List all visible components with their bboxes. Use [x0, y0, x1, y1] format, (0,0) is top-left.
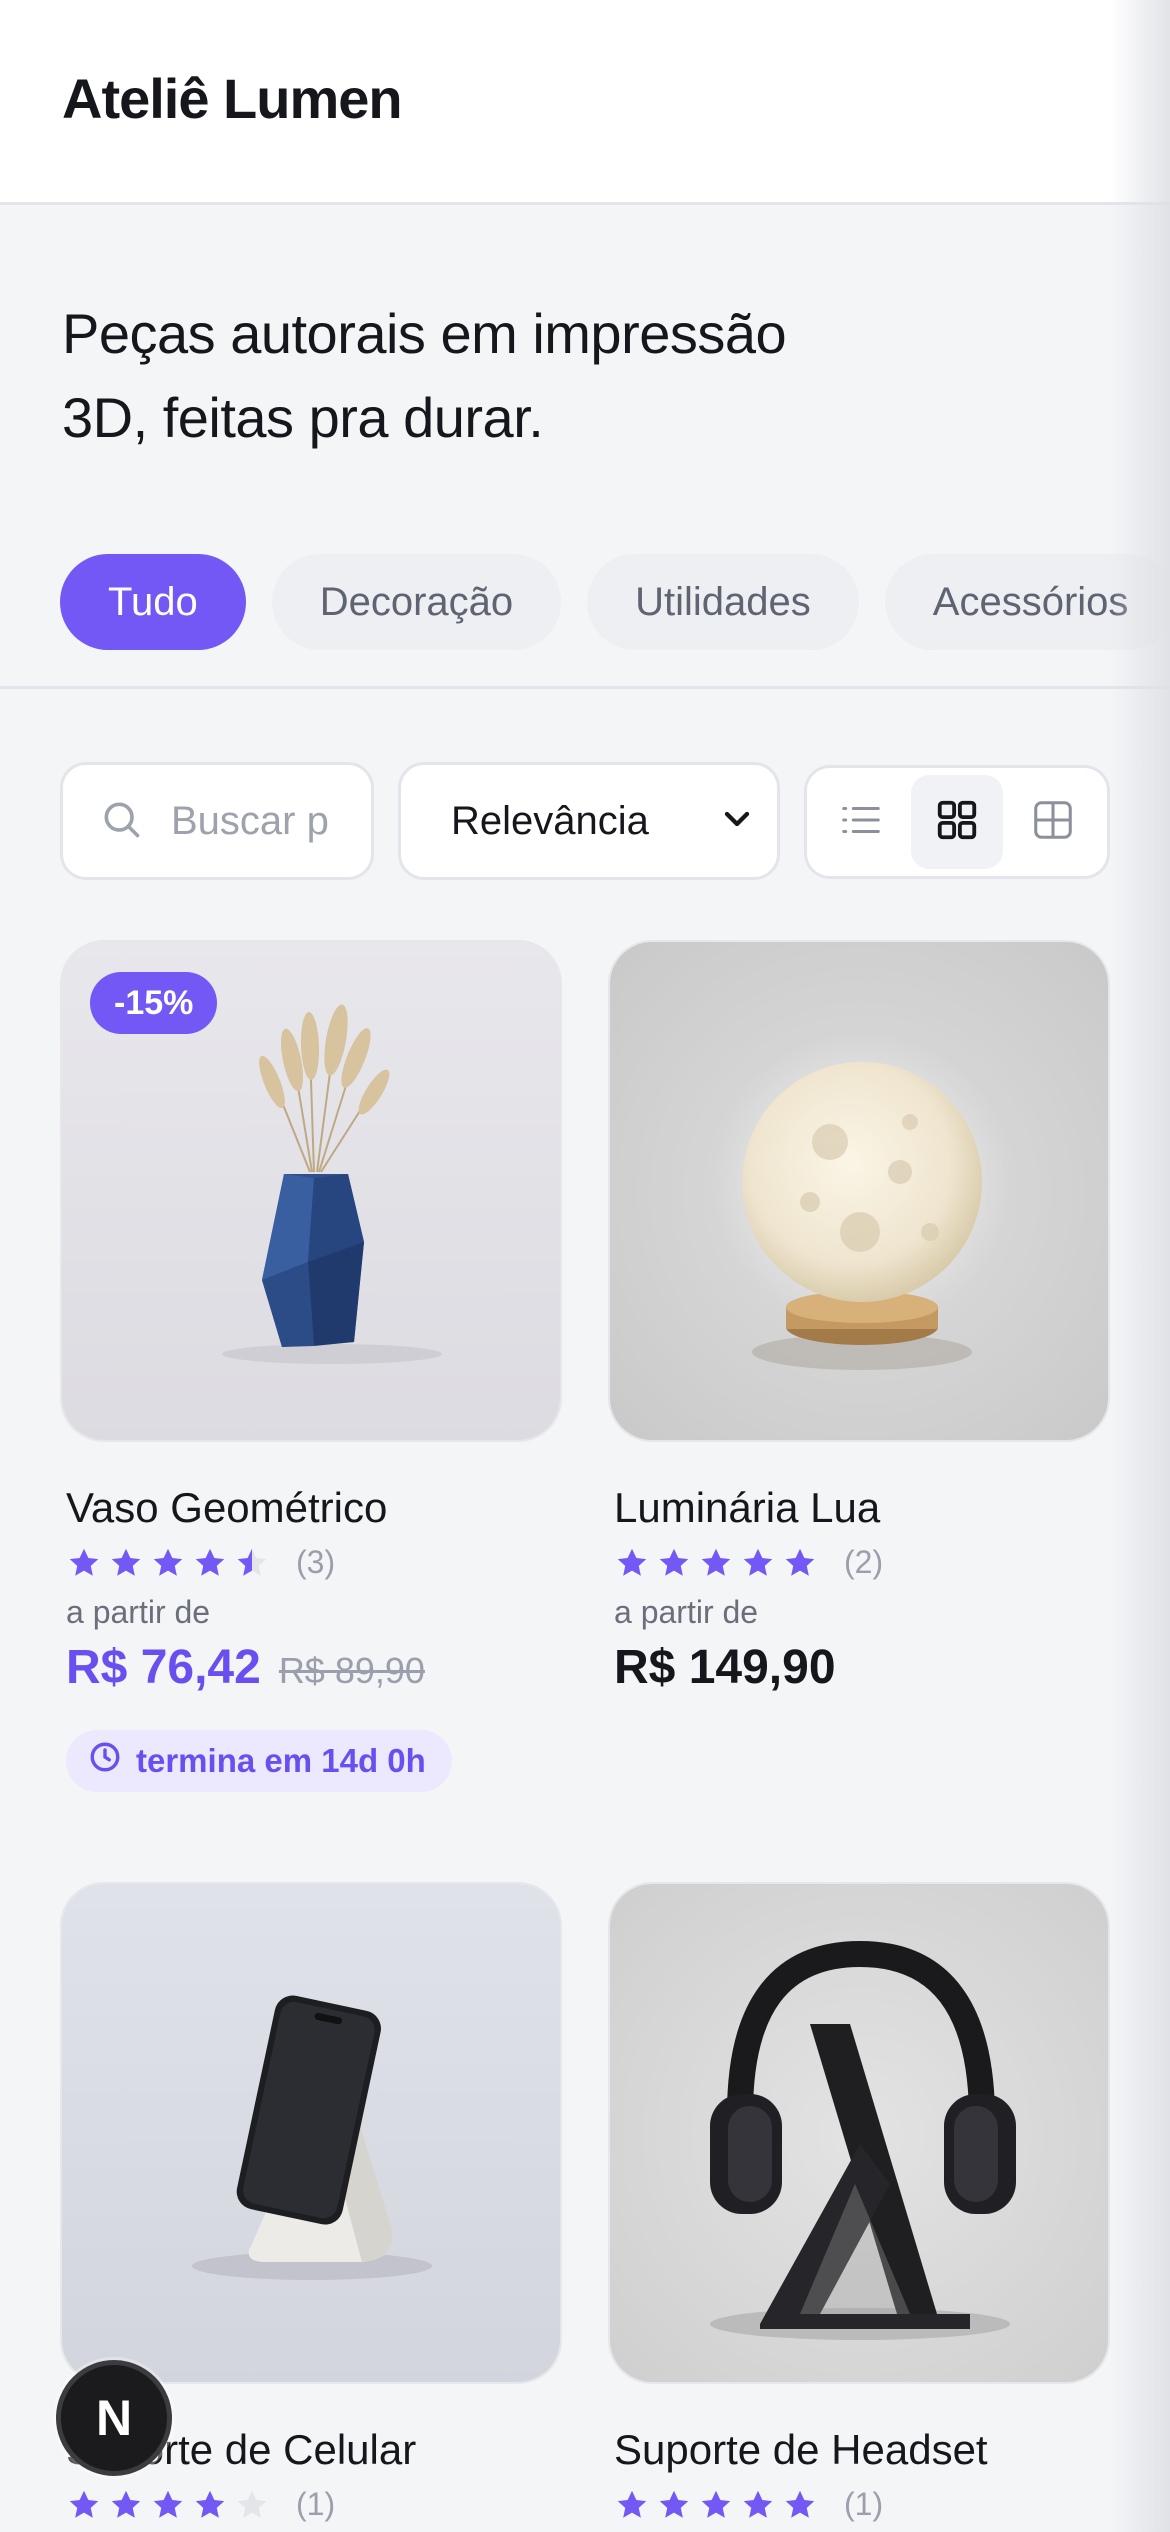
- hero-line-1: Peças autorais em impressão: [62, 302, 787, 365]
- hero-line-2: 3D, feitas pra durar.: [62, 386, 544, 449]
- star-icon: [785, 2490, 815, 2518]
- star-icon: [659, 2490, 689, 2518]
- product-card[interactable]: Luminária Lua (2) a partir de R$ 149,90: [608, 940, 1110, 1694]
- product-image-phone-stand[interactable]: [60, 1882, 562, 2384]
- view-mode-toggle: [804, 765, 1110, 879]
- star-icon: [111, 1548, 141, 1576]
- star-icon: [195, 1548, 225, 1576]
- star-icon: [153, 1548, 183, 1576]
- view-grid-3-button[interactable]: [1007, 775, 1099, 869]
- sort-select[interactable]: Relevância: [398, 762, 780, 880]
- star-icon: [237, 1548, 267, 1576]
- chip-utilidades[interactable]: Utilidades: [587, 554, 859, 650]
- star-icon: [701, 1548, 731, 1576]
- view-grid-2-button[interactable]: [911, 775, 1003, 869]
- current-price: R$ 149,90: [614, 1641, 836, 1694]
- product-image-headset-stand[interactable]: [608, 1882, 1110, 2384]
- product-name[interactable]: Luminária Lua: [614, 1484, 880, 1532]
- product-card[interactable]: -15% Vaso Geométrico (3) a partir de R$ …: [60, 940, 562, 1792]
- grid-3-icon: [1030, 797, 1076, 848]
- review-count: (2): [844, 1544, 884, 1580]
- review-count: (1): [844, 2486, 884, 2522]
- product-image-vase[interactable]: -15%: [60, 940, 562, 1442]
- app-header: Ateliê Lumen: [0, 0, 1170, 205]
- promo-timer-badge: termina em 14d 0h: [66, 1730, 452, 1792]
- star-icon: [237, 2490, 267, 2518]
- product-price: R$ 149,90: [614, 1640, 836, 1695]
- brand-logo-text[interactable]: Ateliê Lumen: [62, 66, 403, 131]
- star-icon: [659, 1548, 689, 1576]
- chip-tudo[interactable]: Tudo: [60, 554, 246, 650]
- star-rating: [66, 2487, 276, 2523]
- product-card[interactable]: Suporte de Headset (1): [608, 1882, 1110, 2522]
- star-icon: [69, 2490, 99, 2518]
- review-count: (1): [296, 2486, 336, 2522]
- star-icon: [153, 2490, 183, 2518]
- chip-acessorios[interactable]: Acessórios: [884, 554, 1170, 650]
- price-from-label: a partir de: [614, 1594, 759, 1630]
- product-price: R$ 76,42 R$ 89,90: [66, 1640, 425, 1695]
- grid-2-icon: [934, 797, 980, 848]
- star-icon: [617, 1548, 647, 1576]
- star-icon: [701, 2490, 731, 2518]
- product-rating: (1): [614, 2486, 883, 2523]
- star-icon: [617, 2490, 647, 2518]
- category-chips: Tudo Decoração Utilidades Acessórios: [60, 554, 1170, 650]
- price-from-label: a partir de: [66, 1594, 211, 1630]
- product-image-moon-lamp[interactable]: [608, 940, 1110, 1442]
- list-icon: [838, 797, 884, 848]
- product-rating: (3): [66, 1544, 335, 1581]
- review-count: (3): [296, 1544, 336, 1580]
- star-rating: [66, 1545, 276, 1581]
- star-icon: [195, 2490, 225, 2518]
- search-placeholder: Buscar p: [171, 798, 329, 843]
- product-rating: (1): [66, 2486, 335, 2523]
- star-icon: [111, 2490, 141, 2518]
- hero-tagline: Peças autorais em impressão 3D, feitas p…: [62, 292, 962, 460]
- star-icon: [743, 2490, 773, 2518]
- view-list-button[interactable]: [815, 775, 907, 869]
- star-icon: [743, 1548, 773, 1576]
- star-icon: [785, 1548, 815, 1576]
- scroll-fade: [1110, 0, 1170, 2532]
- fab-label: N: [95, 2390, 133, 2446]
- divider: [0, 686, 1170, 689]
- old-price: R$ 89,90: [278, 1650, 425, 1691]
- product-name[interactable]: Vaso Geométrico: [66, 1484, 387, 1532]
- star-icon: [69, 1548, 99, 1576]
- chip-decoracao[interactable]: Decoração: [271, 554, 562, 650]
- discount-badge: -15%: [90, 972, 218, 1034]
- sort-value: Relevância: [451, 798, 649, 843]
- timer-text: termina em 14d 0h: [136, 1742, 426, 1779]
- search-icon: [99, 797, 143, 846]
- product-name[interactable]: Suporte de Headset: [614, 2426, 988, 2474]
- nextjs-dev-button[interactable]: N: [56, 2360, 172, 2476]
- product-rating: (2): [614, 1544, 883, 1581]
- star-rating: [614, 2487, 824, 2523]
- current-price: R$ 76,42: [66, 1641, 261, 1694]
- clock-icon: [88, 1740, 122, 1782]
- star-rating: [614, 1545, 824, 1581]
- product-card[interactable]: Suporte de Celular (1): [60, 1882, 562, 2522]
- search-input[interactable]: Buscar p: [60, 762, 374, 880]
- chevron-down-icon: [717, 799, 757, 844]
